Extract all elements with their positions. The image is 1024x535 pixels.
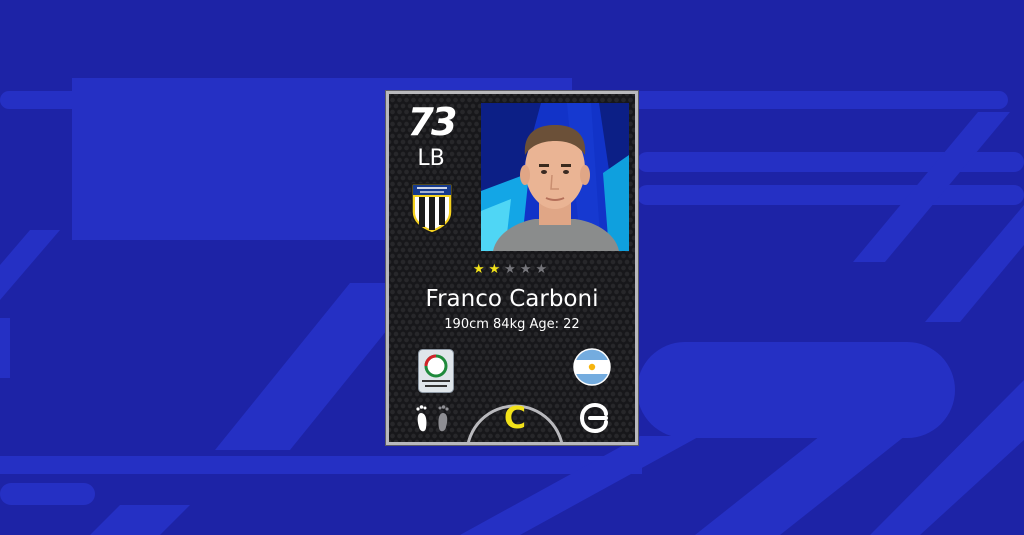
- star-icon: ★: [504, 262, 520, 277]
- player-position: LB: [417, 146, 445, 171]
- star-icon: ★: [519, 262, 536, 277]
- efootball-logo-icon: [580, 402, 608, 434]
- card-grade: C: [503, 401, 527, 436]
- player-photo: [481, 103, 629, 251]
- star-icon: ★: [488, 262, 505, 277]
- player-details: 190cm 84kg Age: 22: [444, 317, 580, 332]
- argentina-flag-icon: [573, 348, 611, 386]
- overall-rating: 73: [407, 100, 458, 144]
- star-icon: ★: [472, 262, 489, 277]
- star-icon: ★: [535, 262, 552, 277]
- footprints-icon: [416, 405, 449, 432]
- player-name: Franco Carboni: [425, 286, 599, 312]
- serie-a-league-icon: [418, 349, 454, 393]
- star-rating: ★★★★★: [389, 262, 635, 278]
- player-card[interactable]: 73 LB ★★★★★ Franco Carboni 190cm 84kg Ag…: [386, 91, 638, 445]
- parma-calcio-badge-icon: [411, 183, 453, 234]
